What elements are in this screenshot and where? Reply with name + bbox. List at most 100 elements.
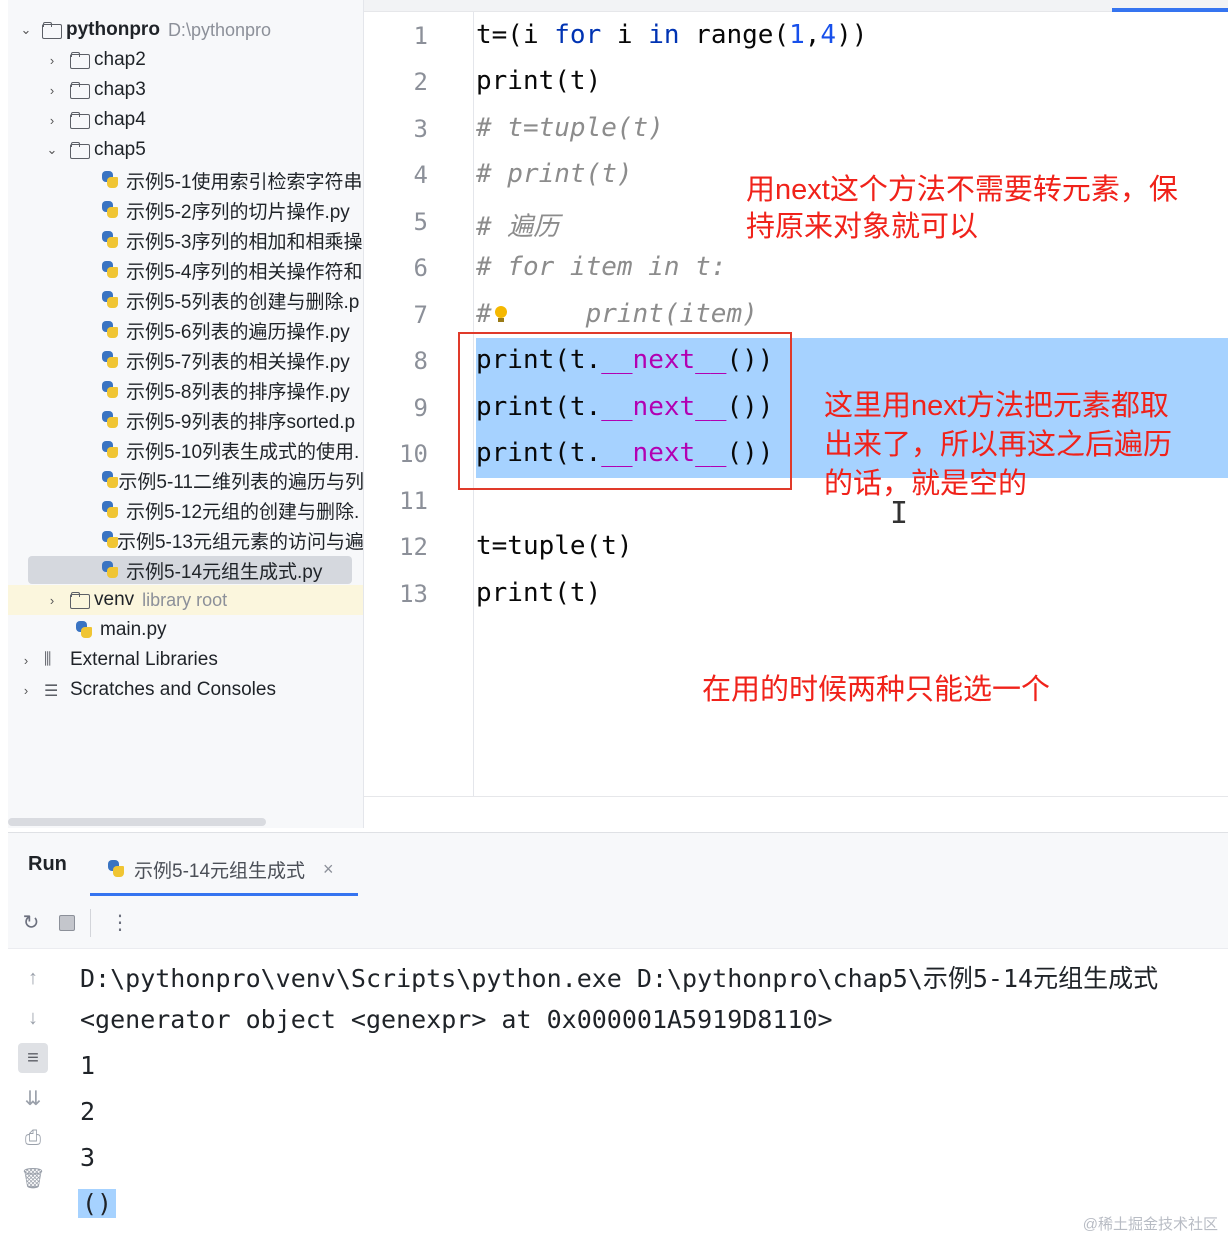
file-label: 示例5-6列表的遍历操作.py [126, 321, 350, 343]
code-line-12[interactable]: t=tuple(t) [476, 531, 633, 561]
console-line: 2 [80, 1097, 96, 1126]
file-item[interactable]: 示例5-5列表的创建与删除.p [8, 285, 363, 315]
stop-icon[interactable] [52, 908, 82, 938]
divider [364, 796, 1228, 797]
project-path: D:\pythonpro [167, 19, 271, 40]
arrow-up-icon[interactable]: ↑ [18, 963, 48, 993]
tree-item-chap3[interactable]: › chap3 [8, 75, 363, 105]
code-editor[interactable]: 1 2 3 4 5 6 7 8 9 10 11 12 13 t=(i for i… [364, 0, 1228, 828]
run-side-toolbar: ↑ ↓ ≡ ⇊ ⎙ 🗑 [8, 949, 58, 1238]
console-line: 1 [80, 1051, 96, 1080]
console-line: D:\pythonpro\venv\Scripts\python.exe D:\… [80, 964, 1159, 993]
run-tab-label: 示例5-14元组生成式 [134, 860, 306, 882]
python-file-icon [100, 350, 120, 370]
arrow-down-icon[interactable]: ↓ [18, 1003, 48, 1033]
file-label: 示例5-2序列的切片操作.py [126, 201, 350, 223]
file-item[interactable]: 示例5-7列表的相关操作.py [8, 345, 363, 375]
file-label: 示例5-7列表的相关操作.py [126, 351, 350, 373]
chevron-right-icon[interactable]: › [18, 652, 34, 668]
python-file-icon [100, 470, 119, 490]
run-toolbar: ↻ ⋮ [8, 897, 1228, 949]
trash-icon[interactable]: 🗑 [18, 1163, 48, 1193]
more-icon[interactable]: ⋮ [105, 908, 135, 938]
tree-item-label: pythonpro [66, 19, 160, 40]
code-line-13[interactable]: print(t) [476, 578, 601, 608]
tree-item-label: chap3 [94, 79, 146, 100]
soft-wrap-icon[interactable]: ≡ [18, 1043, 48, 1073]
python-file-icon [100, 560, 120, 580]
line-number: 4 [413, 161, 428, 189]
horizontal-scrollbar[interactable] [8, 818, 266, 826]
code-line-2[interactable]: print(t) [476, 66, 601, 96]
tree-item-label: chap2 [94, 49, 146, 70]
tree-item-chap2[interactable]: › chap2 [8, 45, 363, 75]
python-file-icon [100, 380, 120, 400]
python-file-icon [100, 440, 120, 460]
python-file-icon [100, 170, 120, 190]
python-file-icon [100, 410, 120, 430]
folder-icon [70, 592, 90, 609]
tree-item-label: venv [94, 589, 135, 610]
file-item[interactable]: 示例5-9列表的排序sorted.p [8, 405, 363, 435]
line-number: 13 [399, 580, 428, 608]
folder-icon [42, 22, 62, 39]
file-item[interactable]: 示例5-1使用索引检索字符串 [8, 165, 363, 195]
chevron-right-icon[interactable]: › [44, 52, 60, 68]
python-file-icon [100, 290, 120, 310]
tree-item-chap4[interactable]: › chap4 [8, 105, 363, 135]
line-number: 3 [413, 115, 428, 143]
chevron-right-icon[interactable]: › [44, 82, 60, 98]
tree-item-external-libraries[interactable]: › ⫼ External Libraries [8, 645, 363, 675]
tree-item-pythonpro[interactable]: ⌄ pythonpro D:\pythonpro [8, 15, 363, 45]
file-item-main[interactable]: main.py [8, 615, 363, 645]
file-label: main.py [100, 619, 167, 640]
active-tab-indicator [1112, 8, 1228, 12]
annotation-middle-line2: 出来了，所以再这之后遍历 [824, 429, 1173, 461]
console-output[interactable]: D:\pythonpro\venv\Scripts\python.exe D:\… [78, 949, 1228, 1238]
chevron-right-icon[interactable]: › [44, 112, 60, 128]
chevron-right-icon[interactable]: › [18, 682, 34, 698]
scroll-to-end-icon[interactable]: ⇊ [18, 1083, 48, 1113]
file-item[interactable]: 示例5-2序列的切片操作.py [8, 195, 363, 225]
file-item[interactable]: 示例5-10列表生成式的使用. [8, 435, 363, 465]
close-icon[interactable]: × [323, 859, 334, 880]
python-file-icon [100, 530, 118, 550]
code-line-7[interactable]: # print(item) [476, 299, 758, 329]
tree-item-chap5[interactable]: ⌄ chap5 [8, 135, 363, 165]
watermark: @稀土掘金技术社区 [1082, 1216, 1218, 1233]
rerun-icon[interactable]: ↻ [16, 908, 46, 938]
line-number: 8 [413, 347, 428, 375]
folder-icon [70, 112, 90, 129]
file-label: 示例5-13元组元素的访问与遍 [116, 531, 364, 553]
code-line-3[interactable]: # t=tuple(t) [476, 113, 664, 143]
file-item[interactable]: 示例5-12元组的创建与删除. [8, 495, 363, 525]
project-tool-window: ⌄ pythonpro D:\pythonpro › chap2 › chap3… [8, 0, 364, 828]
chevron-down-icon[interactable]: ⌄ [18, 22, 34, 38]
code-line-1[interactable]: t=(i for i in range(1,4)) [476, 20, 867, 50]
file-label: 示例5-8列表的排序操作.py [126, 381, 350, 403]
file-item[interactable]: 示例5-11二维列表的遍历与列 [8, 465, 364, 495]
run-tab[interactable]: 示例5-14元组生成式 × [92, 843, 348, 895]
tree-item-venv[interactable]: › venv library root [8, 585, 363, 615]
chevron-right-icon[interactable]: › [44, 592, 60, 608]
chevron-down-icon[interactable]: ⌄ [44, 142, 60, 158]
folder-icon [70, 52, 90, 69]
library-root-hint: library root [142, 589, 228, 610]
file-item[interactable]: 示例5-6列表的遍历操作.py [8, 315, 363, 345]
code-line-6[interactable]: # for item in t: [476, 252, 726, 282]
file-item[interactable]: 示例5-4序列的相关操作符和 [8, 255, 363, 285]
file-label: 示例5-11二维列表的遍历与列 [118, 471, 364, 493]
folder-icon [70, 82, 90, 99]
console-line: <generator object <genexpr> at 0x000001A… [80, 1005, 833, 1034]
file-item[interactable]: 示例5-8列表的排序操作.py [8, 375, 363, 405]
print-icon[interactable]: ⎙ [18, 1123, 48, 1153]
line-number: 5 [413, 208, 428, 236]
code-line-4[interactable]: # print(t) [476, 159, 633, 189]
lightbulb-icon[interactable] [494, 306, 508, 324]
divider [90, 908, 91, 937]
tree-item-scratches[interactable]: › ☰ Scratches and Consoles [8, 675, 363, 705]
file-item[interactable]: 示例5-3序列的相加和相乘操 [8, 225, 363, 255]
file-item[interactable]: 示例5-13元组元素的访问与遍 [8, 525, 364, 555]
file-item-selected[interactable]: 示例5-14元组生成式.py [8, 555, 363, 585]
code-line-5[interactable]: # 遍历 [476, 206, 559, 243]
